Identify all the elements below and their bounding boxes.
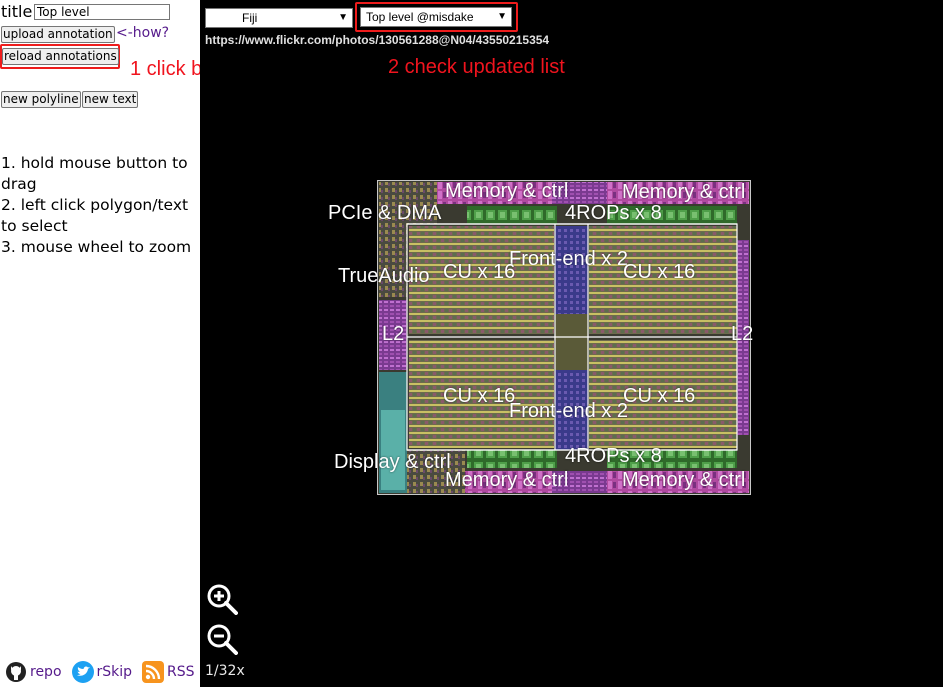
rss-link-label: RSS — [167, 664, 195, 680]
annotation-memory-ctrl-bottom-right[interactable]: Memory & ctrl — [622, 469, 745, 492]
zoom-level: 1/32x — [205, 663, 245, 679]
upload-annotation-button[interactable]: upload annotation — [1, 26, 115, 43]
zoom-in-icon — [207, 584, 238, 615]
annotation-memory-ctrl-top-right[interactable]: Memory & ctrl — [622, 181, 745, 204]
annotation-rops-top[interactable]: 4ROPs x 8 — [565, 202, 662, 225]
annotation-pcie-dma[interactable]: PCIe & DMA — [328, 202, 441, 225]
rskip-link-label: rSkip — [96, 664, 133, 680]
annotation-l2-left[interactable]: L2 — [382, 323, 404, 346]
annotation-select[interactable]: Top level @misdake ▼ — [360, 7, 512, 27]
zoom-out-button[interactable] — [206, 623, 238, 655]
left-panel: title upload annotation <-how? reload an… — [0, 0, 200, 687]
annotation-display-ctrl[interactable]: Display & ctrl — [334, 451, 451, 474]
annotation-frontend-bottom[interactable]: Front-end x 2 — [509, 400, 628, 423]
chevron-down-icon: ▼ — [338, 12, 348, 23]
zoom-in-button[interactable] — [206, 583, 238, 615]
title-input[interactable] — [34, 4, 170, 20]
github-icon — [5, 661, 27, 683]
zoom-out-icon — [207, 624, 238, 655]
source-url[interactable]: https://www.flickr.com/photos/130561288@… — [205, 33, 549, 47]
instruction-zoom: 3. mouse wheel to zoom — [1, 238, 192, 256]
footer-links: repo rSkip RSS — [5, 660, 205, 684]
repo-link-label: repo — [30, 664, 62, 680]
instruction-drag: 1. hold mouse button to drag — [1, 154, 188, 193]
annotation-select-value: Top level @misdake — [366, 10, 474, 24]
step2-note: 2 check updated list — [388, 56, 565, 78]
new-polyline-button[interactable]: new polyline — [1, 91, 81, 108]
rss-icon — [142, 661, 165, 683]
annotation-cu-bottom-right[interactable]: CU x 16 — [623, 385, 695, 408]
die-shot-image — [376, 179, 752, 496]
new-text-button[interactable]: new text — [82, 91, 139, 108]
reload-annotations-button[interactable]: reload annotations — [2, 48, 119, 65]
annotation-l2-right[interactable]: L2 — [731, 323, 753, 346]
twitter-icon — [71, 661, 94, 683]
repo-link[interactable]: repo — [5, 661, 62, 683]
annotation-memory-ctrl-top-left[interactable]: Memory & ctrl — [445, 180, 568, 203]
chevron-down-icon: ▼ — [497, 11, 507, 22]
annotation-memory-ctrl-bottom-left[interactable]: Memory & ctrl — [445, 469, 568, 492]
die-viewer[interactable]: Fiji ▼ Top level @misdake ▼ https://www.… — [200, 0, 943, 687]
annotation-cu-bottom-left[interactable]: CU x 16 — [443, 385, 515, 408]
chip-select[interactable]: Fiji ▼ — [205, 8, 353, 28]
annotation-trueaudio[interactable]: TrueAudio — [338, 265, 430, 288]
annotation-cu-top-right[interactable]: CU x 16 — [623, 261, 695, 284]
die-shot[interactable]: Memory & ctrl Memory & ctrl PCIe & DMA 4… — [328, 179, 753, 496]
annotation-cu-top-left[interactable]: CU x 16 — [443, 261, 515, 284]
annotation-frontend-top[interactable]: Front-end x 2 — [509, 248, 628, 271]
annotation-rops-bottom[interactable]: 4ROPs x 8 — [565, 445, 662, 468]
rss-link[interactable]: RSS — [142, 661, 195, 683]
instructions: 1. hold mouse button to drag 2. left cli… — [1, 153, 197, 258]
rskip-link[interactable]: rSkip — [71, 661, 133, 683]
instruction-select: 2. left click polygon/text to select — [1, 196, 189, 235]
how-link[interactable]: <-how? — [116, 25, 169, 41]
title-label: title — [1, 2, 33, 21]
chip-select-value: Fiji — [242, 11, 258, 25]
